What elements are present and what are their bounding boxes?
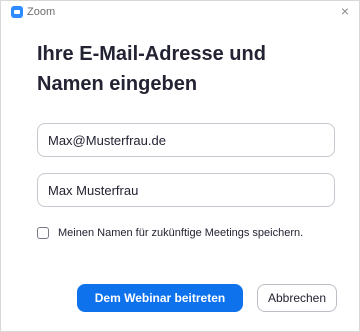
title-bar: Zoom ×	[1, 1, 359, 23]
join-webinar-button[interactable]: Dem Webinar beitreten	[77, 284, 243, 312]
window-title: Zoom	[27, 6, 56, 18]
remember-name-label[interactable]: Meinen Namen für zukünftige Meetings spe…	[58, 227, 303, 239]
dialog-heading: Ihre E-Mail-Adresse und Namen eingeben	[37, 39, 337, 99]
zoom-app-icon	[11, 6, 23, 18]
zoom-dialog-window: Zoom × Ihre E-Mail-Adresse und Namen ein…	[0, 0, 360, 332]
dialog-heading-line-2: Namen eingeben	[37, 73, 198, 95]
remember-name-checkbox[interactable]	[37, 227, 49, 239]
name-field[interactable]	[37, 173, 335, 207]
cancel-button[interactable]: Abbrechen	[257, 284, 337, 312]
email-field[interactable]	[37, 123, 335, 157]
dialog-heading-line-1: Ihre E-Mail-Adresse und	[37, 43, 266, 65]
remember-name-row: Meinen Namen für zukünftige Meetings spe…	[37, 225, 303, 241]
close-icon[interactable]: ×	[337, 3, 353, 19]
